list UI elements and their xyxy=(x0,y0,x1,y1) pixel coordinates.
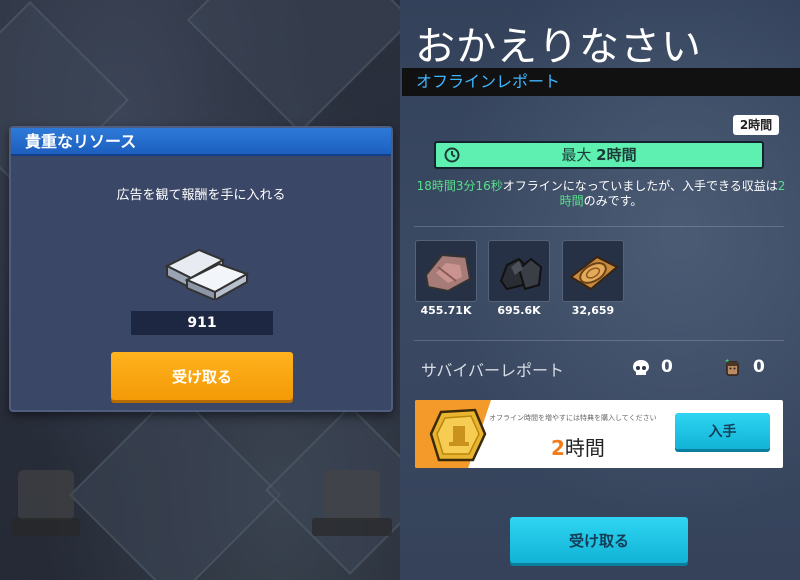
extend-offline-offer: オフライン時間を増やすには特典を購入してください 2時間 入手 xyxy=(415,400,783,468)
panel-title: 貴重なリソース xyxy=(25,132,137,151)
max-offline-text: 最大 2時間 xyxy=(436,143,762,167)
survivors-count: 0 xyxy=(753,357,765,377)
report-section-bar: オフラインレポート xyxy=(402,68,800,96)
reward-amount: 911 xyxy=(131,311,273,335)
claim-reward-button[interactable]: 受け取る xyxy=(111,352,293,400)
gold-badge-icon xyxy=(429,408,487,462)
max-prefix: 最大 xyxy=(561,146,592,164)
resource-box-coal xyxy=(488,240,550,302)
map-button-label xyxy=(312,518,392,536)
max-offline-bar: 最大 2時間 xyxy=(434,141,764,169)
map-tile xyxy=(186,0,400,134)
map-tile xyxy=(68,388,282,580)
max-value: 2時間 xyxy=(596,146,637,164)
offer-subtitle: オフライン時間を増やすには特典を購入してください xyxy=(489,414,657,422)
skull-icon xyxy=(633,360,649,375)
deaths-count: 0 xyxy=(661,357,673,377)
silver-ingot-icon xyxy=(164,248,250,300)
hours-tag: 2時間 xyxy=(733,115,779,135)
resource-value-meat: 455.71K xyxy=(420,304,472,317)
resource-reward-panel: 貴重なリソース 広告を観て報酬を手に入れる 911 受け取る xyxy=(9,126,393,412)
divider xyxy=(414,340,784,341)
survivor-icon xyxy=(725,359,739,376)
welcome-title: おかえりなさい xyxy=(415,24,702,70)
wood-log-icon xyxy=(569,255,619,291)
offer-hours-unit: 時間 xyxy=(564,436,605,460)
map-button-label xyxy=(12,518,80,536)
resource-value-wood: 32,659 xyxy=(571,304,615,317)
resource-value-coal: 695.6K xyxy=(497,304,541,317)
offline-message-mid: オフラインになっていましたが、入手できる収益は xyxy=(502,179,778,193)
offline-message: 18時間3分16秒オフラインになっていましたが、入手できる収益は2時間のみです。 xyxy=(416,179,786,209)
offer-hours: 2時間 xyxy=(551,432,605,461)
report-section-label: オフラインレポート xyxy=(416,72,561,91)
reward-description: 広告を観て報酬を手に入れる xyxy=(116,188,286,203)
resource-box-wood xyxy=(562,240,624,302)
offline-duration: 18時間3分16秒 xyxy=(416,179,503,193)
coal-icon xyxy=(499,257,543,291)
claim-offline-button[interactable]: 受け取る xyxy=(510,517,688,563)
resource-box-meat xyxy=(415,240,477,302)
get-offer-button[interactable]: 入手 xyxy=(675,413,770,449)
map-button[interactable] xyxy=(324,470,380,520)
survivor-report-label: サバイバーレポート xyxy=(421,361,565,380)
offline-message-end: のみです。 xyxy=(583,194,643,208)
map-button[interactable] xyxy=(18,470,74,520)
offer-hours-number: 2 xyxy=(551,436,565,460)
divider xyxy=(414,226,784,227)
panel-header: 貴重なリソース xyxy=(11,128,391,156)
meat-icon xyxy=(424,253,472,293)
